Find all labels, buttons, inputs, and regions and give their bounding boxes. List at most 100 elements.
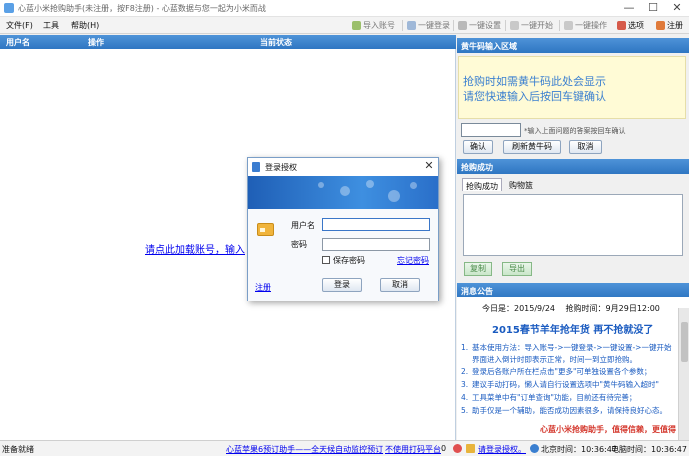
beijing-time: 北京时间：10:36:47 xyxy=(541,445,617,454)
notice-num: 1. xyxy=(461,343,469,352)
register-label: 注册 xyxy=(667,21,683,30)
one-click-login-button[interactable]: 一键登录 xyxy=(407,19,450,32)
toolbar-separator xyxy=(505,20,506,31)
username-label: 用户名 xyxy=(291,221,315,230)
one-click-login-label: 一键登录 xyxy=(418,21,450,30)
notice-footer: 心蓝小米抢购助手，值得信赖，更值得 xyxy=(540,425,676,434)
dialog-banner xyxy=(248,176,438,209)
import-accounts-button[interactable]: 导入账号 xyxy=(352,19,395,32)
column-action[interactable]: 操作 xyxy=(88,37,104,48)
one-click-settings-button[interactable]: 一键设置 xyxy=(458,19,501,32)
login-button[interactable]: 登录 xyxy=(322,278,362,292)
minimize-button[interactable]: — xyxy=(617,0,641,17)
dialog-title: 登录授权 xyxy=(265,163,297,172)
one-click-action-button[interactable]: 一键操作 xyxy=(564,19,607,32)
key-icon xyxy=(466,444,475,453)
title-bar: 心蓝小米抢购助手(未注册，按F8注册) - 心蓝数据与您一起为小米而战 — ☐ … xyxy=(0,0,689,17)
password-input[interactable] xyxy=(322,238,430,251)
copy-button[interactable]: 复制 xyxy=(464,262,492,276)
username-input[interactable] xyxy=(322,218,430,231)
banner-dot xyxy=(366,180,374,188)
notice-num: 3. xyxy=(461,380,469,389)
notice-line: 2. 登录后各账户所在栏点击"更多"可单独设置各个参数； xyxy=(461,366,651,377)
notice-line: 1. 基本使用方法：导入账号->一键登录->一键设置->一键开始 xyxy=(461,342,671,353)
menu-file[interactable]: 文件(F) xyxy=(6,20,33,31)
login-icon xyxy=(407,21,416,30)
register-button[interactable]: 注册 xyxy=(656,19,683,32)
menu-help[interactable]: 帮助(H) xyxy=(71,20,99,31)
remember-password-checkbox[interactable] xyxy=(322,256,330,264)
dialog-register-link[interactable]: 注册 xyxy=(255,282,271,293)
banner-dot xyxy=(340,186,350,196)
column-username[interactable]: 用户名 xyxy=(6,37,30,48)
one-click-start-button[interactable]: 一键开始 xyxy=(510,19,553,32)
captcha-hint-line1: 抢购时如需黄牛码此处会显示 xyxy=(463,75,606,88)
captcha-panel-header: 黄牛码输入区域 xyxy=(457,38,689,53)
refresh-captcha-button[interactable]: 刷新黄牛码 xyxy=(503,140,561,154)
tab-basket[interactable]: 购物篮 xyxy=(506,178,536,191)
captcha-platform-link[interactable]: 不使用打码平台 xyxy=(385,444,441,455)
clock-icon xyxy=(530,444,539,453)
notice-scrollbar[interactable] xyxy=(678,308,689,440)
menu-bar: 文件(F) 工具 帮助(H) 导入账号 一键登录 一键设置 一键开始 一键操作 … xyxy=(0,17,689,34)
tab-success[interactable]: 抢购成功 xyxy=(462,178,502,191)
notice-num: 5. xyxy=(461,406,469,415)
password-label: 密码 xyxy=(291,240,307,249)
forgot-password-link[interactable]: 忘记密码 xyxy=(397,255,429,266)
captcha-cancel-button[interactable]: 取消 xyxy=(569,140,602,154)
account-table-header: 用户名 操作 当前状态 xyxy=(0,35,456,49)
captcha-display: 抢购时如需黄牛码此处会显示 请您快速输入后按回车键确认 xyxy=(458,56,686,119)
success-panel-header: 抢购成功 xyxy=(457,159,689,174)
toolbar-separator xyxy=(402,20,403,31)
toolbar-separator xyxy=(559,20,560,31)
import-icon xyxy=(352,21,361,30)
play-icon xyxy=(510,21,519,30)
notice-line: 5. 助手仅是一个辅助，能否成功因素很多，请保持良好心态。 xyxy=(461,405,667,416)
dialog-cancel-button[interactable]: 取消 xyxy=(380,278,420,292)
notice-line: 4. 工具菜单中有"订单查询"功能，目前还有待完善； xyxy=(461,392,636,403)
window-title: 心蓝小米抢购助手(未注册，按F8注册) - 心蓝数据与您一起为小米而战 xyxy=(18,4,266,13)
tools-icon xyxy=(617,21,626,30)
notice-num: 4. xyxy=(461,393,469,402)
notice-line: 3. 建议手动打码，懒人请自行设置选项中"黄牛码输入超时" xyxy=(461,379,659,390)
card-icon xyxy=(257,223,274,236)
remember-password-label[interactable]: 保存密码 xyxy=(333,255,365,266)
promo-link[interactable]: 心蓝苹果6预订助手——全天候自动监控预订 xyxy=(226,444,383,455)
notice-title: 2015春节羊年抢年货 再不抢就没了 xyxy=(492,325,654,336)
column-status[interactable]: 当前状态 xyxy=(260,37,292,48)
notice-text: 助手仅是一个辅助，能否成功因素很多，请保持良好心态。 xyxy=(472,406,667,415)
counter: 0 xyxy=(441,444,447,453)
auth-link[interactable]: 请登录授权。 xyxy=(478,444,526,455)
pc-time: 电脑时间：10:36:47 xyxy=(611,445,687,454)
banner-dot xyxy=(388,190,400,202)
register-icon xyxy=(656,21,665,30)
menu-tools[interactable]: 工具 xyxy=(43,20,59,31)
maximize-button[interactable]: ☐ xyxy=(641,0,665,17)
dialog-title-bar[interactable]: 登录授权 ✕ xyxy=(248,158,438,176)
options-label: 选项 xyxy=(628,21,644,30)
captcha-confirm-button[interactable]: 确认 xyxy=(463,140,493,154)
captcha-input[interactable] xyxy=(461,123,521,137)
notice-text: 建议手动打码，懒人请自行设置选项中"黄牛码输入超时" xyxy=(472,380,659,389)
close-button[interactable]: ✕ xyxy=(665,0,689,17)
action-icon xyxy=(564,21,573,30)
dialog-close-button[interactable]: ✕ xyxy=(422,159,436,173)
load-accounts-link[interactable]: 请点此加载账号，输入 xyxy=(145,241,245,256)
import-accounts-label: 导入账号 xyxy=(363,21,395,30)
notice-text: 登录后各账户所在栏点击"更多"可单独设置各个参数； xyxy=(472,367,652,376)
stop-icon xyxy=(453,444,462,453)
notice-text: 基本使用方法：导入账号->一键登录->一键设置->一键开始 xyxy=(472,343,672,352)
success-list[interactable] xyxy=(463,194,683,256)
one-click-action-label: 一键操作 xyxy=(575,21,607,30)
notice-date: 今日是：2015/9/24 抢购时间：9月29日12:00 xyxy=(482,304,660,313)
options-button[interactable]: 选项 xyxy=(617,19,644,32)
toolbar-separator xyxy=(453,20,454,31)
banner-dot xyxy=(318,182,324,188)
settings-icon xyxy=(458,21,467,30)
notice-panel-header: 消息公告 xyxy=(457,283,689,298)
captcha-hint-line2: 请您快速输入后按回车键确认 xyxy=(463,90,606,103)
notice-text: 界面进入倒计时即表示正常，时间一到立即抢购。 xyxy=(472,355,637,364)
status-bar: 准备就绪 心蓝苹果6预订助手——全天候自动监控预订 不使用打码平台 0 请登录授… xyxy=(0,440,689,456)
export-button[interactable]: 导出 xyxy=(502,262,532,276)
scroll-thumb[interactable] xyxy=(681,322,688,362)
